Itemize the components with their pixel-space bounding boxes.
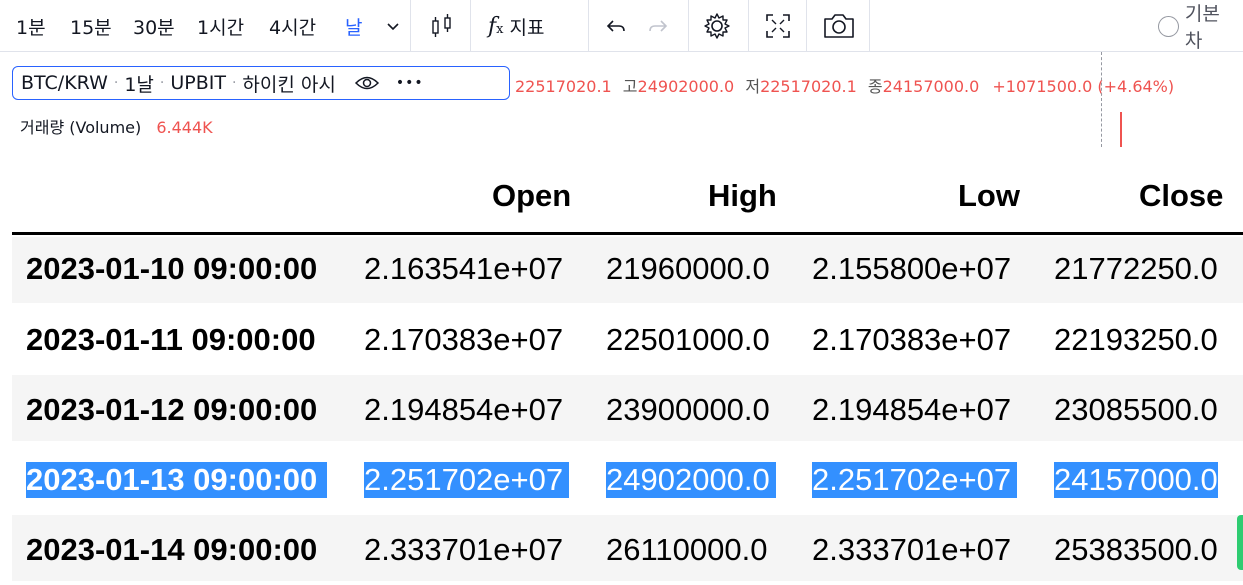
function-icon: fx (488, 13, 504, 39)
indicators-button[interactable]: fx 지표 (488, 0, 544, 52)
low-cell: 2.194854e+07 (812, 392, 1012, 427)
toolbar-divider (410, 0, 411, 52)
interval-day[interactable]: 날 (345, 0, 362, 52)
fullscreen-icon[interactable] (763, 0, 793, 52)
low-value: 22517020.1 (760, 77, 857, 96)
toolbar-divider (588, 0, 589, 52)
high-cell: 23900000.0 (606, 392, 770, 427)
volume-label: 거래량 (Volume) (20, 118, 142, 137)
interval-15m[interactable]: 15분 (70, 0, 112, 52)
volume-bar (1120, 112, 1122, 147)
high-cell: 26110000.0 (606, 532, 768, 567)
volume-legend[interactable]: 거래량 (Volume) 6.444K (20, 114, 213, 138)
toolbar-divider (688, 0, 689, 52)
more-options-icon[interactable]: ••• (396, 75, 424, 91)
high-cell: 22501000.0 (606, 322, 770, 357)
open-cell: 2.163541e+07 (364, 251, 564, 286)
high-cell: 24902000.0 (606, 462, 776, 498)
close-cell: 24157000.0 (1054, 462, 1218, 498)
close-value: 24157000.0 (882, 77, 980, 96)
toolbar-divider (748, 0, 749, 52)
interval-dropdown-chevron-icon[interactable] (385, 0, 401, 52)
gear-icon[interactable] (701, 0, 733, 52)
legend-dot: · (231, 75, 237, 91)
open-cell: 2.333701e+07 (364, 532, 564, 567)
legend-exchange: UPBIT (170, 72, 226, 94)
layout-label: 기본 차 (1184, 3, 1220, 52)
interval-4h[interactable]: 4시간 (269, 0, 316, 52)
toolbar-divider (869, 0, 870, 52)
column-header-low: Low (958, 178, 1020, 213)
row-index: 2023-01-10 09:00:00 (26, 251, 318, 286)
crosshair-line (1101, 52, 1102, 147)
eye-icon[interactable] (354, 74, 380, 92)
low-cell: 2.251702e+07 (812, 462, 1018, 498)
camera-icon[interactable] (821, 0, 857, 52)
volume-value: 6.444K (156, 118, 213, 137)
interval-1h[interactable]: 1시간 (197, 0, 244, 52)
side-tab[interactable] (1237, 515, 1243, 570)
close-cell: 25383500.0 (1054, 532, 1218, 567)
legend-interval: 1날 (124, 73, 154, 96)
legend-dot: · (113, 75, 119, 91)
layout-option[interactable]: 기본 차 (1158, 0, 1243, 52)
interval-1m[interactable]: 1분 (16, 0, 46, 52)
low-cell: 2.170383e+07 (812, 322, 1012, 357)
column-header-open: Open (492, 178, 572, 213)
close-label: 종 (867, 77, 883, 96)
radio-icon (1158, 15, 1179, 37)
low-label: 저 (745, 77, 761, 96)
legend-chart-type: 하이킨 아시 (242, 73, 336, 96)
ohlc-values: 22517020.1 고24902000.0 저22517020.1 종2415… (515, 73, 1174, 97)
column-header-close: Close (1139, 178, 1224, 213)
header-divider (12, 232, 1243, 235)
legend-symbol: BTC/KRW (21, 72, 108, 94)
chart-toolbar: 1분 15분 30분 1시간 4시간 날 fx 지표 기본 차 (0, 0, 1243, 52)
redo-icon[interactable] (646, 0, 670, 52)
legend-dot: · (159, 75, 165, 91)
open-value: 22517020.1 (515, 77, 612, 96)
interval-30m[interactable]: 30분 (133, 0, 175, 52)
indicators-label: 지표 (509, 16, 545, 39)
row-index: 2023-01-11 09:00:00 (26, 322, 316, 357)
toolbar-divider (470, 0, 471, 52)
close-cell: 23085500.0 (1054, 392, 1218, 427)
high-cell: 21960000.0 (606, 251, 770, 286)
toolbar-divider (806, 0, 807, 52)
high-label: 고 (622, 77, 638, 96)
column-header-high: High (708, 178, 777, 213)
change-value: +1071500.0 (+4.64%) (992, 77, 1175, 96)
undo-icon[interactable] (604, 0, 628, 52)
open-cell: 2.194854e+07 (364, 392, 564, 427)
candle-style-icon[interactable] (428, 0, 456, 52)
close-cell: 21772250.0 (1054, 251, 1218, 286)
row-index: 2023-01-13 09:00:00 (26, 462, 328, 498)
high-value: 24902000.0 (637, 77, 735, 96)
low-cell: 2.333701e+07 (812, 532, 1012, 567)
low-cell: 2.155800e+07 (812, 251, 1012, 286)
open-cell: 2.251702e+07 (364, 462, 570, 498)
close-cell: 22193250.0 (1054, 322, 1218, 357)
open-cell: 2.170383e+07 (364, 322, 564, 357)
symbol-legend[interactable]: BTC/KRW · 1날 · UPBIT · 하이킨 아시 ••• (12, 66, 510, 100)
row-index: 2023-01-14 09:00:00 (26, 532, 318, 567)
row-index: 2023-01-12 09:00:00 (26, 392, 318, 427)
